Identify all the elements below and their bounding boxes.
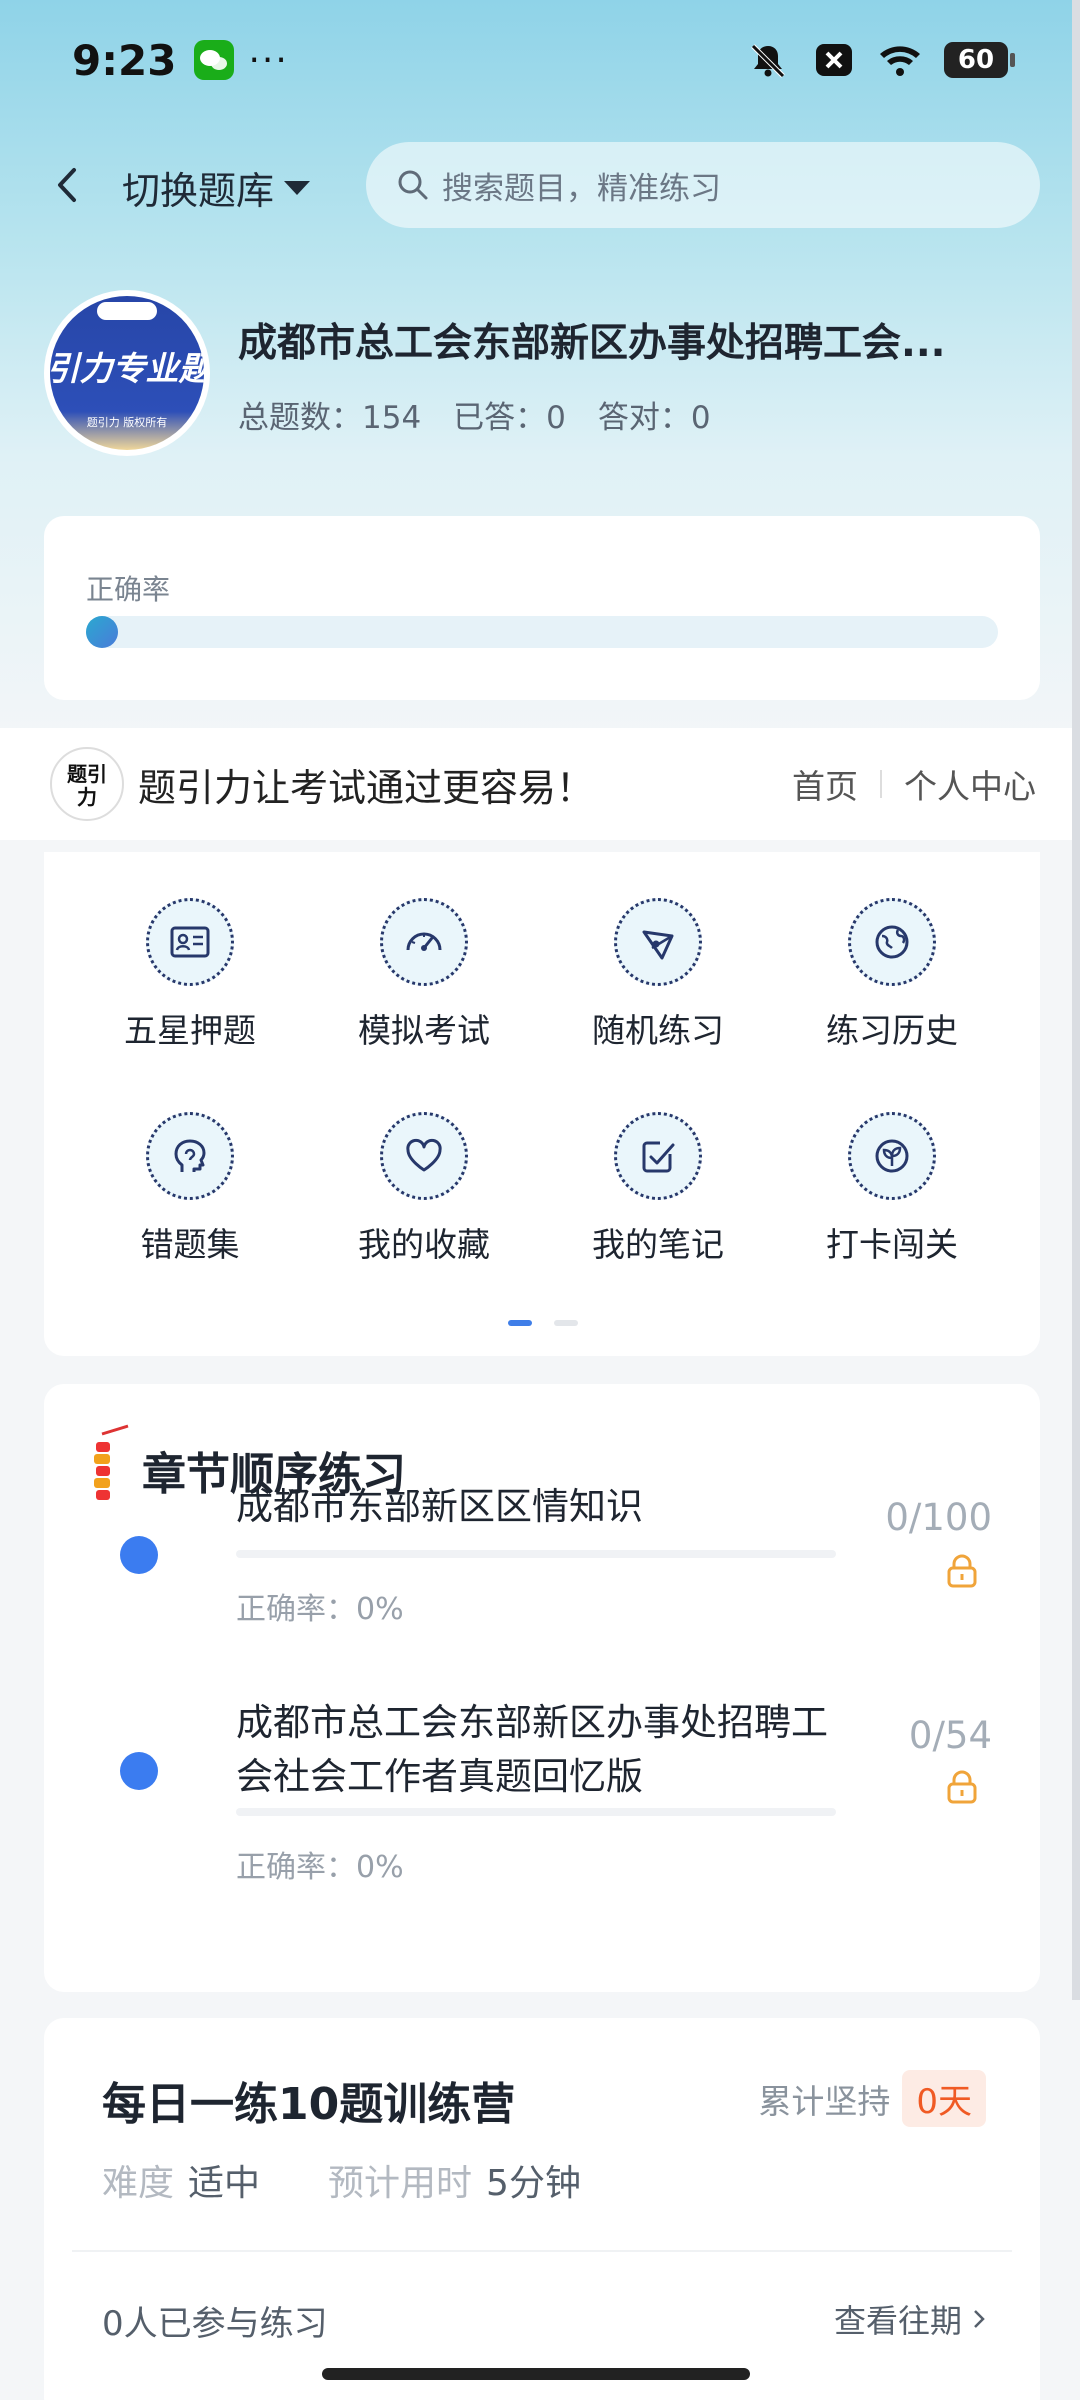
grid-label: 打卡闯关 xyxy=(826,1225,958,1264)
chapter-count: 0/54 xyxy=(908,1714,992,1757)
grid-pager xyxy=(508,1320,578,1326)
view-history-link[interactable]: 查看往期 xyxy=(834,2296,988,2342)
top-nav: 切换题库 搜索题目，精准练习 xyxy=(0,140,1080,230)
grid-item-wrong-questions[interactable]: 错题集 xyxy=(80,1066,300,1264)
streak-days: 0天 xyxy=(902,2070,986,2127)
divider xyxy=(72,2250,1012,2252)
chevron-right-icon xyxy=(974,2310,985,2328)
chapter-count: 0/100 xyxy=(885,1496,992,1539)
switch-bank-label: 切换题库 xyxy=(122,169,275,213)
feature-grid: 五星押题 模拟考试 随机练习 练习历史 错题集 我的收藏 我的笔记 打卡闯关 xyxy=(44,852,1040,1356)
caret-down-icon xyxy=(284,180,311,195)
grid-item-notes[interactable]: 我的笔记 xyxy=(548,1066,768,1264)
head-icon xyxy=(146,1112,234,1200)
question-bank-header: 引力专业题 题引力 版权所有 成都市总工会东部新区办事处招聘工会... 总题数：… xyxy=(44,290,1044,460)
view-history-label: 查看往期 xyxy=(833,2302,962,2340)
brand-logo: 题引力 xyxy=(50,747,124,821)
note-check-icon xyxy=(614,1112,702,1200)
accuracy-card: 正确率 xyxy=(44,516,1040,700)
chapter-progress-bar xyxy=(236,1550,836,1558)
home-indicator[interactable] xyxy=(322,2368,750,2380)
globe-icon xyxy=(848,898,936,986)
time-value: 5分钟 xyxy=(486,2163,581,2204)
lock-icon xyxy=(944,1554,980,1588)
difficulty-value: 适中 xyxy=(188,2163,261,2204)
chapter-progress-bar xyxy=(236,1808,836,1816)
camp-meta: 难度 适中 预计用时 5分钟 xyxy=(102,2154,581,2206)
slogan-text: 题引力让考试通过更容易！ xyxy=(138,765,595,810)
lock-icon xyxy=(944,1770,980,1804)
network-icon xyxy=(614,898,702,986)
grid-label: 随机练习 xyxy=(592,1011,724,1050)
status-icons: 60 xyxy=(746,40,1015,80)
difficulty-label: 难度 xyxy=(102,2163,175,2204)
search-placeholder: 搜索题目，精准练习 xyxy=(442,170,721,207)
bell-muted-icon xyxy=(746,40,790,80)
grid-label: 我的笔记 xyxy=(592,1225,724,1264)
grid-item-practice-history[interactable]: 练习历史 xyxy=(782,852,1002,1050)
sprout-icon xyxy=(848,1112,936,1200)
home-link[interactable]: 首页 xyxy=(792,760,858,808)
switch-bank-button[interactable]: 切换题库 xyxy=(122,160,311,215)
grid-label: 模拟考试 xyxy=(358,1011,490,1050)
camp-title: 每日一练10题训练营 xyxy=(102,2079,516,2130)
bank-stats: 总题数：154 已答：0 答对：0 xyxy=(238,392,711,437)
grid-item-favorites[interactable]: 我的收藏 xyxy=(314,1066,534,1264)
battery-icon: 60 xyxy=(944,42,1015,78)
grid-item-checkin[interactable]: 打卡闯关 xyxy=(782,1066,1002,1264)
more-notifications-icon: ··· xyxy=(248,39,289,81)
status-time: 9:23 xyxy=(72,35,177,85)
streak-badge: 累计坚持 0天 xyxy=(758,2070,986,2127)
grid-item-random-practice[interactable]: 随机练习 xyxy=(548,852,768,1050)
accuracy-progress-indicator xyxy=(86,616,118,648)
profile-link[interactable]: 个人中心 xyxy=(904,760,1036,808)
bank-logo-subtext: 题引力 版权所有 xyxy=(86,416,168,429)
chapter-name: 成都市东部新区区情知识 xyxy=(236,1485,643,1528)
grid-label: 错题集 xyxy=(140,1225,240,1264)
close-box-icon xyxy=(812,40,856,80)
slogan-bar: 题引力 题引力让考试通过更容易！ 首页 个人中心 xyxy=(0,728,1080,840)
scrollbar[interactable] xyxy=(1072,0,1080,2000)
status-bar: 9:23 ··· 60 xyxy=(0,0,1080,120)
time-label: 预计用时 xyxy=(328,2163,473,2204)
streak-label: 累计坚持 xyxy=(758,2081,891,2121)
correct-count: 答对：0 xyxy=(597,400,711,436)
heart-icon xyxy=(380,1112,468,1200)
chapter-status-dot xyxy=(120,1536,158,1574)
svg-text:力: 力 xyxy=(77,785,97,809)
bank-title: 成都市总工会东部新区办事处招聘工会... xyxy=(238,321,946,366)
wechat-icon xyxy=(194,40,235,80)
firecracker-icon xyxy=(84,1424,134,1510)
id-card-icon xyxy=(146,898,234,986)
total-questions: 总题数：154 xyxy=(238,400,422,436)
chapter-accuracy: 正确率：0% xyxy=(236,1850,404,1885)
chapter-accuracy: 正确率：0% xyxy=(236,1592,404,1627)
link-divider xyxy=(880,770,882,798)
wifi-icon xyxy=(878,40,922,80)
participants-count: 0人已参与练习 xyxy=(102,2304,328,2344)
bank-logo-text: 引力专业题 xyxy=(50,349,204,388)
speedometer-icon xyxy=(380,898,468,986)
grid-label: 五星押题 xyxy=(124,1011,256,1050)
search-input[interactable]: 搜索题目，精准练习 xyxy=(366,142,1040,228)
grid-label: 练习历史 xyxy=(826,1011,958,1050)
answered-count: 已答：0 xyxy=(453,400,566,436)
chapter-status-dot xyxy=(120,1752,158,1790)
grid-label: 我的收藏 xyxy=(358,1225,490,1264)
chapter-practice-card: 章节顺序练习 成都市东部新区区情知识 正确率：0% 0/100 成都市总工会东部… xyxy=(44,1384,1040,1992)
pager-dot-active xyxy=(508,1320,532,1326)
grid-item-mock-exam[interactable]: 模拟考试 xyxy=(314,852,534,1050)
search-icon xyxy=(398,170,428,200)
accuracy-label: 正确率 xyxy=(86,573,171,606)
bank-logo: 引力专业题 题引力 版权所有 xyxy=(44,290,210,456)
slogan-links: 首页 个人中心 xyxy=(792,760,1036,808)
back-arrow-icon[interactable] xyxy=(44,160,94,210)
svg-text:题引: 题引 xyxy=(67,762,107,786)
grid-item-five-star[interactable]: 五星押题 xyxy=(80,852,300,1050)
accuracy-progress-track xyxy=(86,616,998,648)
pager-dot xyxy=(554,1320,578,1326)
chapter-name: 成都市总工会东部新区办事处招聘工会社会工作者真题回忆版 xyxy=(236,1701,828,1798)
daily-training-card[interactable]: 每日一练10题训练营 累计坚持 0天 难度 适中 预计用时 5分钟 0人已参与练… xyxy=(44,2018,1040,2400)
